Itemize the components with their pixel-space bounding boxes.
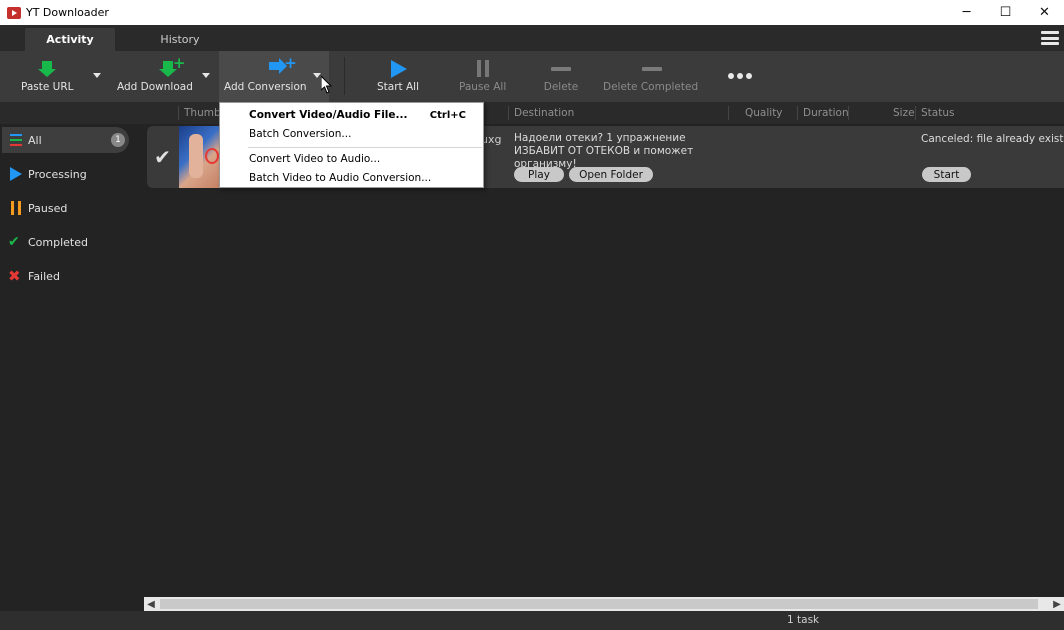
add-download-dropdown-icon[interactable] — [199, 69, 213, 83]
task-name: uxg — [481, 133, 502, 146]
list-icon — [8, 133, 24, 147]
scrollbar-thumb[interactable] — [160, 599, 1038, 609]
column-duration[interactable]: Duration — [803, 107, 849, 119]
sidebar-item-paused[interactable]: Paused — [2, 195, 129, 221]
paste-url-dropdown-icon[interactable] — [90, 69, 104, 83]
sidebar-item-label: All — [28, 133, 42, 147]
tab-bar: Activity History — [0, 25, 1064, 51]
minus-icon — [611, 51, 691, 77]
column-size[interactable]: Size — [893, 107, 915, 119]
title-bar: YT Downloader ─ ☐ ✕ — [0, 0, 1064, 25]
play-icon — [8, 167, 24, 181]
play-icon — [378, 51, 418, 78]
cross-icon: ✖ — [8, 267, 21, 285]
tab-activity[interactable]: Activity — [25, 28, 115, 51]
task-count: 1 task — [787, 614, 820, 626]
open-folder-button[interactable]: Open Folder — [569, 167, 653, 182]
menu-item-video-to-audio[interactable]: Convert Video to Audio... — [249, 153, 380, 165]
checkmark-icon: ✔ — [8, 234, 20, 250]
more-options-icon[interactable] — [728, 73, 752, 79]
video-thumbnail — [179, 126, 221, 188]
add-download-icon: + — [135, 51, 186, 77]
sidebar-item-failed[interactable]: ✖ Failed — [2, 263, 129, 289]
minimize-button[interactable]: ─ — [947, 0, 986, 25]
add-conversion-icon: + — [245, 51, 297, 77]
pause-icon — [463, 51, 503, 77]
add-conversion-button[interactable]: + Add Conversion — [224, 51, 307, 102]
hamburger-menu-icon[interactable] — [1041, 29, 1059, 47]
delete-button[interactable]: Delete — [541, 51, 581, 102]
menu-divider — [248, 147, 482, 148]
delete-completed-label: Delete Completed — [603, 81, 699, 93]
window-controls: ─ ☐ ✕ — [947, 0, 1064, 25]
start-all-label: Start All — [377, 81, 420, 93]
task-status: Canceled: file already exists — [921, 133, 1064, 145]
paste-url-label: Paste URL — [21, 81, 74, 93]
task-destination: Надоели отеки? 1 упражнение ИЗБАВИТ ОТ О… — [514, 132, 694, 170]
close-button[interactable]: ✕ — [1025, 0, 1064, 25]
column-status[interactable]: Status — [921, 107, 954, 119]
paste-url-button[interactable]: Paste URL — [21, 51, 74, 102]
window-title: YT Downloader — [26, 6, 109, 19]
toolbar-divider — [344, 57, 345, 95]
pause-all-label: Pause All — [459, 81, 507, 93]
minus-icon — [541, 51, 581, 77]
start-all-button[interactable]: Start All — [377, 51, 419, 102]
count-badge: 1 — [111, 133, 125, 147]
play-button[interactable]: Play — [514, 167, 564, 182]
horizontal-scrollbar[interactable]: ◀ ▶ — [144, 597, 1064, 611]
menu-shortcut: Ctrl+C — [429, 110, 466, 121]
start-button[interactable]: Start — [922, 167, 971, 182]
pause-icon — [8, 201, 24, 215]
toolbar: Paste URL + Add Download + Add Conversio… — [0, 51, 1064, 102]
menu-item-batch-video-to-audio[interactable]: Batch Video to Audio Conversion... — [249, 172, 431, 184]
menu-item-batch-conversion[interactable]: Batch Conversion... — [249, 128, 351, 140]
app-logo-icon — [7, 6, 21, 19]
download-arrow-icon — [27, 51, 67, 77]
tab-history[interactable]: History — [135, 28, 225, 51]
sidebar-item-label: Completed — [28, 235, 88, 249]
task-list: ✔ uxg Надоели отеки? 1 упражнение ИЗБАВИ… — [140, 124, 1064, 600]
sidebar-item-all[interactable]: All 1 — [2, 127, 129, 153]
scroll-left-icon[interactable]: ◀ — [144, 597, 158, 611]
scroll-right-icon[interactable]: ▶ — [1050, 597, 1064, 611]
delete-completed-button[interactable]: Delete Completed — [603, 51, 698, 102]
add-conversion-menu: Convert Video/Audio File... Ctrl+C Batch… — [219, 102, 484, 188]
sidebar-item-label: Processing — [28, 167, 87, 181]
status-bar: 1 task — [0, 611, 1064, 630]
sidebar: All 1 Processing Paused ✔ Completed ✖ Fa… — [0, 124, 140, 600]
sidebar-item-processing[interactable]: Processing — [2, 161, 129, 187]
column-destination[interactable]: Destination — [514, 107, 574, 119]
add-download-label: Add Download — [117, 81, 193, 93]
sidebar-item-completed[interactable]: ✔ Completed — [2, 229, 129, 255]
add-download-button[interactable]: + Add Download — [117, 51, 193, 102]
checkmark-icon[interactable]: ✔ — [147, 126, 178, 188]
column-quality[interactable]: Quality — [745, 107, 783, 119]
column-header: Thumbr Destination Quality Duration Size… — [0, 102, 1064, 124]
sidebar-item-label: Failed — [28, 269, 60, 283]
menu-item-convert-file[interactable]: Convert Video/Audio File... — [249, 109, 407, 121]
delete-label: Delete — [543, 81, 579, 93]
pause-all-button[interactable]: Pause All — [459, 51, 506, 102]
add-conversion-label: Add Conversion — [224, 81, 307, 93]
maximize-button[interactable]: ☐ — [986, 0, 1025, 25]
sidebar-item-label: Paused — [28, 201, 68, 215]
